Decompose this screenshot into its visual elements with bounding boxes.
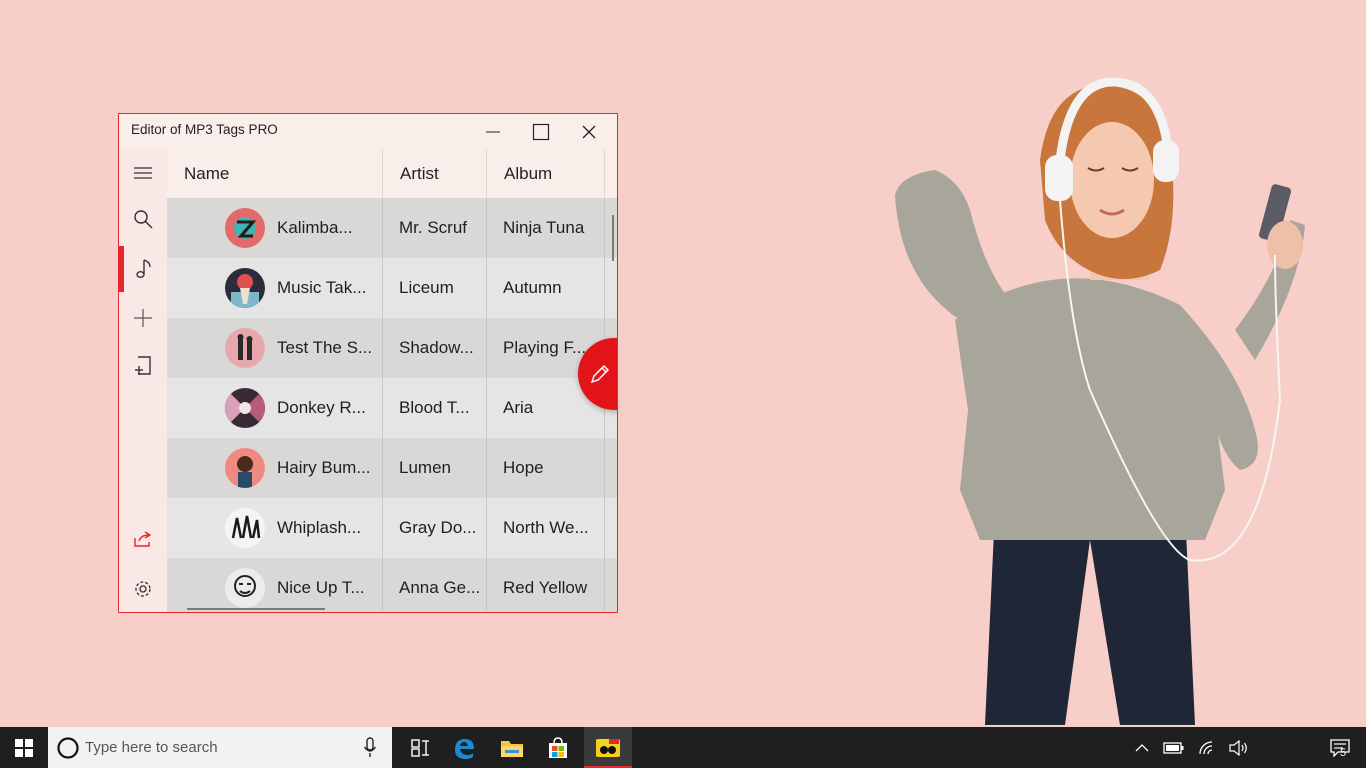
settings-button[interactable] [119, 566, 167, 612]
window-title: Editor of MP3 Tags PRO [131, 122, 278, 137]
minimize-button[interactable] [469, 114, 517, 150]
vertical-scrollbar[interactable] [612, 215, 614, 261]
microphone-icon [363, 737, 377, 757]
music-library-button[interactable] [119, 246, 167, 292]
name-cell: Music Tak... [167, 258, 383, 318]
table-row[interactable]: Kalimba... Mr. Scruf Ninja Tuna [167, 198, 617, 258]
file-explorer-button[interactable] [488, 727, 536, 768]
add-icon [134, 309, 152, 327]
navigation-sidebar [119, 150, 167, 612]
songs-table: Name Artist Album Kalimba... Mr. Scruf N… [167, 150, 617, 612]
music-note-icon [136, 259, 151, 278]
edge-browser-button[interactable] [440, 727, 488, 768]
search-placeholder: Type here to search [85, 739, 218, 756]
title-bar[interactable]: Editor of MP3 Tags PRO [119, 114, 617, 150]
settings-gear-icon [135, 581, 151, 597]
mp3-tag-editor-app-icon [596, 738, 620, 757]
table-row[interactable]: Donkey R... Blood T... Aria [167, 378, 617, 438]
song-name: Music Tak... [277, 278, 367, 297]
task-view-icon [411, 738, 429, 757]
cortana-circle-icon [57, 737, 79, 759]
album-cell: Hope [487, 438, 605, 498]
taskbar: Type here to search 5 [0, 727, 1366, 768]
add-button[interactable] [119, 295, 167, 341]
close-icon [582, 125, 596, 139]
start-button[interactable] [0, 727, 48, 768]
minimize-icon [486, 131, 500, 133]
column-header-album[interactable]: Album [487, 150, 605, 198]
album-cell: Red Yellow [487, 558, 605, 612]
app-window: Editor of MP3 Tags PRO Name Artist Album… [118, 113, 618, 613]
song-name: Donkey R... [277, 398, 366, 417]
album-art [225, 328, 265, 368]
album-cell: Ninja Tuna [487, 198, 605, 258]
file-explorer-icon [501, 740, 523, 757]
name-cell: Nice Up T... [167, 558, 383, 612]
pencil-edit-icon [590, 364, 610, 384]
name-cell: Donkey R... [167, 378, 383, 438]
horizontal-scrollbar[interactable] [187, 608, 325, 610]
song-name: Hairy Bum... [277, 458, 371, 477]
search-button[interactable] [119, 196, 167, 242]
table-row[interactable]: Music Tak... Liceum Autumn [167, 258, 617, 318]
maximize-icon [532, 123, 550, 141]
share-icon [134, 531, 152, 547]
windows-logo-icon [15, 738, 33, 757]
table-row[interactable]: Nice Up T... Anna Ge... Red Yellow [167, 558, 617, 612]
name-cell: Test The S... [167, 318, 383, 378]
wallpaper-image [860, 70, 1340, 730]
column-header-name[interactable]: Name [167, 150, 383, 198]
volume-indicator[interactable] [1226, 727, 1252, 768]
artist-cell: Shadow... [383, 318, 487, 378]
song-name: Whiplash... [277, 518, 362, 537]
artist-cell: Liceum [383, 258, 487, 318]
show-hidden-icons-button[interactable] [1130, 727, 1154, 768]
chevron-up-icon [1135, 743, 1149, 751]
artist-cell: Lumen [383, 438, 487, 498]
mp3-tag-editor-taskbar-button[interactable] [584, 727, 632, 768]
album-art [225, 208, 265, 248]
column-header-artist[interactable]: Artist [383, 150, 487, 198]
wifi-icon [1199, 740, 1213, 754]
task-view-button[interactable] [396, 727, 444, 768]
tag-editor-button[interactable] [119, 343, 167, 389]
artist-cell: Blood T... [383, 378, 487, 438]
table-row[interactable]: Whiplash... Gray Do... North We... [167, 498, 617, 558]
album-art [225, 448, 265, 488]
artist-cell: Mr. Scruf [383, 198, 487, 258]
album-art [225, 568, 265, 608]
song-name: Kalimba... [277, 218, 353, 237]
name-cell: Kalimba... [167, 198, 383, 258]
speaker-volume-icon [1229, 739, 1247, 756]
tag-editor-icon [135, 356, 151, 375]
hamburger-menu-button[interactable] [119, 150, 167, 196]
share-button[interactable] [119, 516, 167, 562]
song-name: Test The S... [277, 338, 373, 357]
table-row[interactable]: Hairy Bum... Lumen Hope [167, 438, 617, 498]
album-art [225, 388, 265, 428]
network-indicator[interactable] [1194, 727, 1220, 768]
notification-count-badge: 5 [1340, 747, 1347, 759]
song-name: Nice Up T... [277, 578, 365, 597]
artist-cell: Gray Do... [383, 498, 487, 558]
search-icon [134, 210, 153, 229]
edge-browser-icon [455, 738, 474, 759]
close-button[interactable] [565, 114, 613, 150]
battery-icon [1163, 741, 1184, 754]
album-art [225, 268, 265, 308]
store-icon [549, 736, 567, 758]
artist-cell: Anna Ge... [383, 558, 487, 612]
store-button[interactable] [534, 727, 582, 768]
album-cell: Autumn [487, 258, 605, 318]
album-cell: North We... [487, 498, 605, 558]
name-cell: Hairy Bum... [167, 438, 383, 498]
album-art [225, 508, 265, 548]
name-cell: Whiplash... [167, 498, 383, 558]
table-row[interactable]: Test The S... Shadow... Playing F... [167, 318, 617, 378]
battery-indicator[interactable] [1160, 727, 1188, 768]
maximize-button[interactable] [517, 114, 565, 150]
table-header: Name Artist Album [167, 150, 617, 198]
hamburger-menu-icon [134, 167, 152, 179]
taskbar-search-box[interactable]: Type here to search [48, 727, 392, 768]
